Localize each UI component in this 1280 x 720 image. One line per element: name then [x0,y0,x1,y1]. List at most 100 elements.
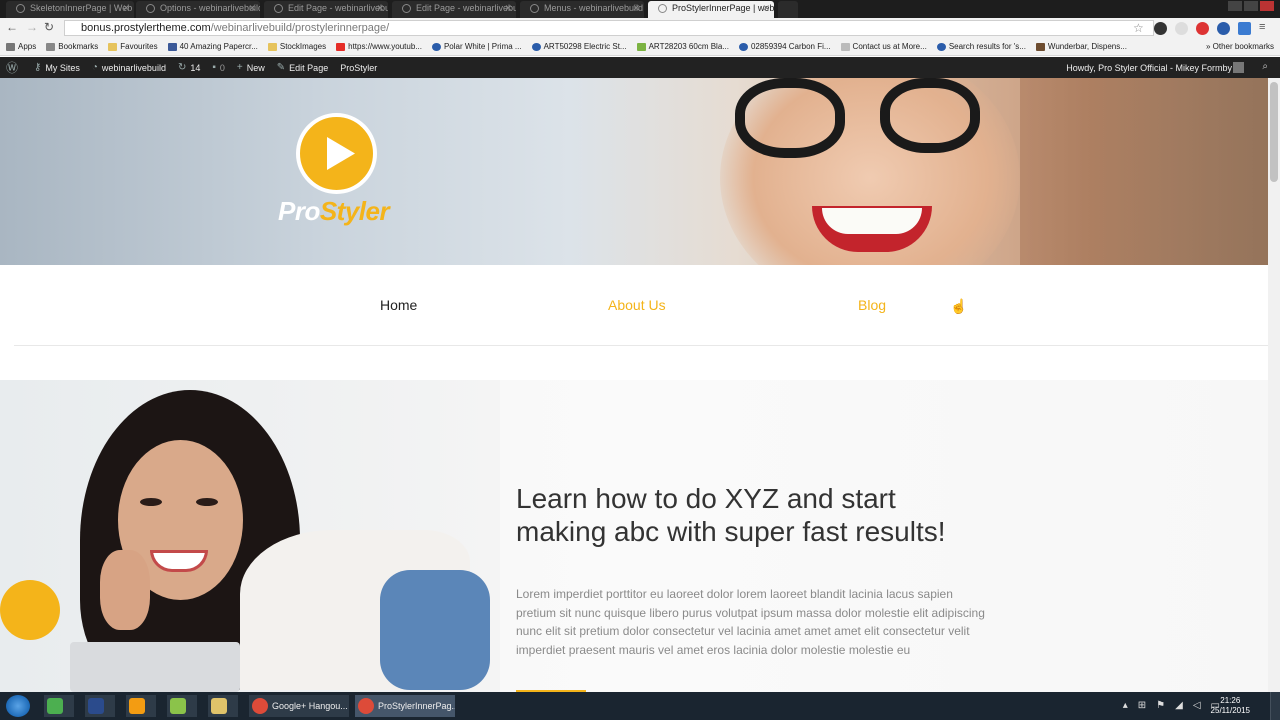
forward-arrow-icon[interactable]: → [26,20,38,34]
show-desktop-button[interactable] [1270,692,1280,720]
updates-menu[interactable]: ↻ 14 [178,62,200,73]
browser-tab[interactable]: Menus - webinarlivebuild ✕ [520,1,644,18]
browser-tab[interactable]: Options - webinarlivebuild ✕ [136,1,260,18]
address-bar[interactable]: bonus.prostylertheme.com/webinarlivebuil… [64,20,1154,36]
tab-label: Edit Page - webinarlivebu [416,3,516,13]
page-icon [738,42,748,51]
bookmark-item[interactable]: Wunderbar, Dispens... [1035,42,1127,51]
bookmark-item[interactable]: ART50298 Electric St... [531,42,627,51]
edit-page-link[interactable]: ✎ Edit Page [277,62,328,73]
browser-tab[interactable]: SkeletonInnerPage | Web ✕ [6,1,134,18]
back-arrow-icon[interactable]: ← [6,20,18,34]
close-tab-icon[interactable]: ✕ [632,1,640,16]
star-icon[interactable]: ☆ [1133,22,1146,35]
new-content-menu[interactable]: + New [237,62,265,73]
close-tab-icon[interactable]: ✕ [122,1,130,16]
bookmark-item[interactable]: https://www.youtub... [336,42,422,51]
bookmark-item[interactable]: Polar White | Prima ... [431,42,522,51]
favicon-icon [658,4,667,13]
bookmark-item[interactable]: 02859394 Carbon Fi... [738,42,831,51]
plus-icon: + [236,62,243,73]
reload-icon[interactable]: ↻ [44,20,54,34]
taskbar-app[interactable] [126,695,156,717]
search-icon[interactable]: ⌕ [1262,61,1268,72]
other-bookmarks-label: Other bookmarks [1212,42,1274,51]
favicon-icon [274,4,283,13]
tab-label: Edit Page - webinarlivebu [288,3,388,13]
favicon-icon [16,4,25,13]
taskbar-app[interactable] [167,695,197,717]
outlook-icon [129,697,145,714]
extension-icon[interactable] [1175,22,1188,35]
volume-icon[interactable]: ◁ [1193,700,1201,711]
extension-icons: ☆ ≡ [1133,22,1272,35]
close-tab-icon[interactable]: ✕ [376,1,384,16]
scrollbar-thumb[interactable] [1270,82,1278,182]
bookmark-item[interactable]: Favourites [108,42,158,51]
windows-taskbar: Google+ Hangou... ProStylerInnerPag... ▴… [0,692,1280,720]
system-tray: ▴ ⊞ ⚑ ◢ ◁ ▭ [1123,700,1220,711]
bookmark-item[interactable]: StockImages [267,42,326,51]
close-tab-icon[interactable]: ✕ [504,1,512,16]
bookmark-item[interactable]: Bookmarks [46,42,98,51]
new-label: New [246,62,265,73]
page-scrollbar[interactable] [1268,78,1280,692]
site-name-menu[interactable]: ◔ webinarlivebuild [92,62,166,73]
bookmark-item[interactable]: 40 Amazing Papercr... [167,42,258,51]
browser-tab-active[interactable]: ProStylerInnerPage | web ✕ [648,1,774,18]
logo-play-icon[interactable] [296,113,377,194]
taskbar-app[interactable] [44,695,74,717]
close-window-button[interactable] [1260,1,1274,11]
maximize-button[interactable] [1244,1,1258,11]
bookmark-label: ART28203 60cm Bla... [648,42,729,51]
favicon-icon [530,4,539,13]
page-icon [167,42,177,51]
nav-about-link[interactable]: About Us [608,297,666,313]
wordpress-logo-icon[interactable]: Ⓦ [6,59,22,76]
theme-menu[interactable]: ProStyler [340,63,377,73]
edit-page-label: Edit Page [289,62,329,73]
avatar[interactable] [1233,62,1244,73]
close-tab-icon[interactable]: ✕ [762,1,770,16]
bookmark-item[interactable]: ART28203 60cm Bla... [636,42,729,51]
page-icon [1035,42,1045,51]
bookmark-label: Contact us at More... [852,42,927,51]
comments-menu[interactable]: ▪ 0 [212,62,225,73]
taskbar-app[interactable] [85,695,115,717]
my-sites-menu[interactable]: ⚷ My Sites [34,62,80,73]
logo-wordmark[interactable]: ProStyler [278,196,390,227]
new-tab-button[interactable] [778,1,798,18]
content-photo-eye [196,498,218,506]
page-icon [431,42,441,51]
extension-icon[interactable] [1196,22,1209,35]
windows-flag-icon[interactable]: ⊞ [1138,700,1146,711]
windows-start-button[interactable] [6,695,30,717]
system-clock[interactable]: 21:26 25/11/2015 [1211,696,1250,716]
nav-blog-link[interactable]: Blog [858,297,886,313]
browser-tab[interactable]: Edit Page - webinarlivebu ✕ [392,1,516,18]
taskbar-app-chrome[interactable]: Google+ Hangou... [249,695,349,717]
flag-icon[interactable]: ⚑ [1156,700,1165,711]
minimize-button[interactable] [1228,1,1242,11]
extension-icon[interactable] [1217,22,1230,35]
other-bookmarks[interactable]: » Other bookmarks [1206,42,1274,51]
theme-label: ProStyler [340,62,378,73]
browser-tab[interactable]: Edit Page - webinarlivebu ✕ [264,1,388,18]
bookmark-item[interactable]: Apps [6,42,36,51]
menu-icon[interactable]: ≡ [1259,22,1272,35]
extension-icon[interactable] [1154,22,1167,35]
explorer-icon [211,697,227,714]
bookmark-item[interactable]: Search results for 's... [936,42,1026,51]
extension-icon[interactable] [1238,22,1251,35]
howdy-account-menu[interactable]: Howdy, Pro Styler Official - Mikey Formb… [1066,63,1232,73]
app-icon [170,697,186,714]
chevron-up-icon[interactable]: ▴ [1123,700,1128,711]
hero-photo-glasses [735,78,845,158]
taskbar-app-chrome-active[interactable]: ProStylerInnerPag... [355,695,455,717]
favicon-icon [402,4,411,13]
taskbar-app[interactable] [208,695,238,717]
bookmark-item[interactable]: Contact us at More... [840,42,927,51]
nav-home-link[interactable]: Home [380,297,417,313]
close-tab-icon[interactable]: ✕ [248,1,256,16]
network-icon[interactable]: ◢ [1175,700,1183,711]
